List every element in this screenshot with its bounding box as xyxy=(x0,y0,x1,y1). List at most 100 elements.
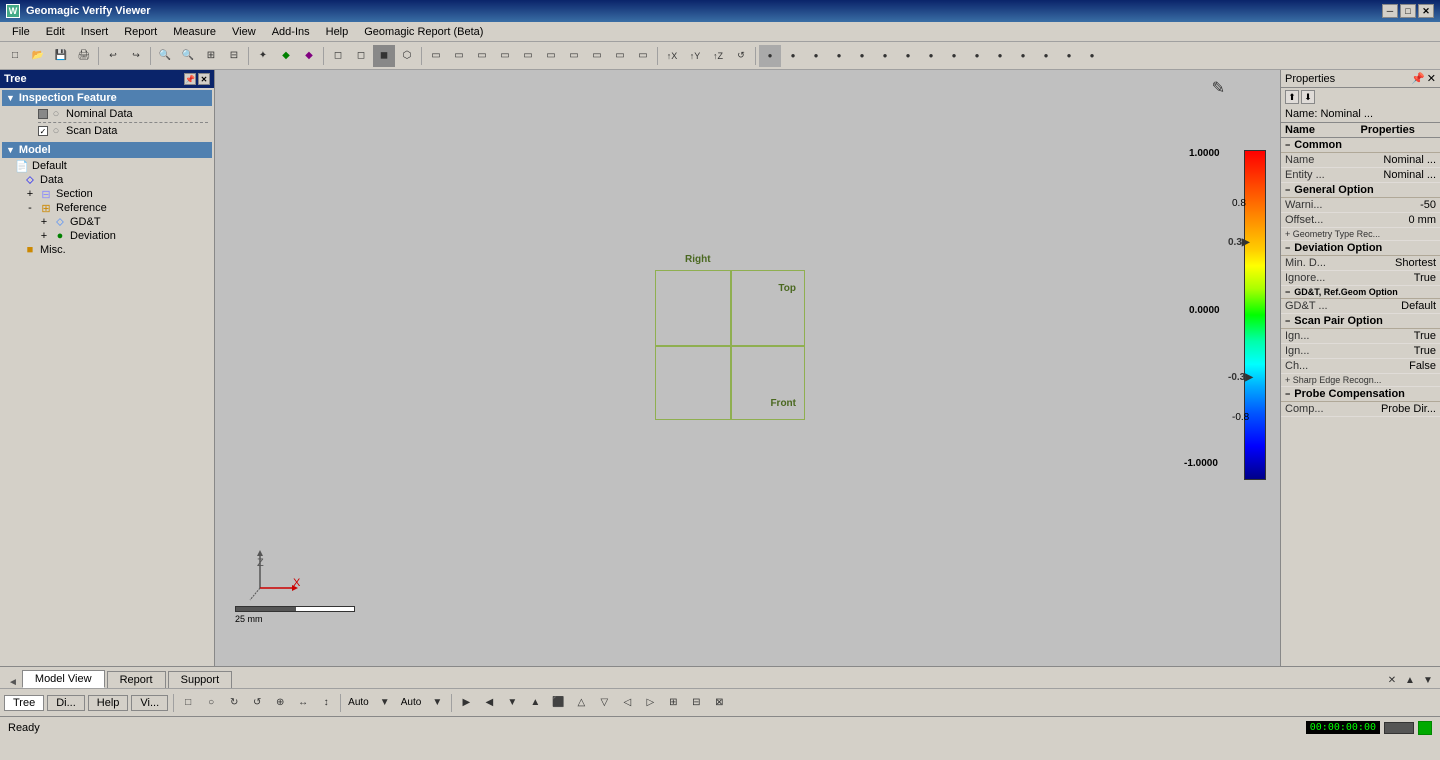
bottom-tb-action1[interactable]: ▶ xyxy=(455,692,477,714)
tb-box-wire[interactable]: ⬡ xyxy=(396,45,418,67)
bottom-tb-plus[interactable]: ⊕ xyxy=(269,692,291,714)
tab-nav-left[interactable]: ◄ xyxy=(4,677,22,688)
tb-shading-4[interactable]: ● xyxy=(828,45,850,67)
bottom-tb-action8[interactable]: ◁ xyxy=(616,692,638,714)
tb-zoom-sel[interactable]: ⊟ xyxy=(223,45,245,67)
bottom-tb-action7[interactable]: ▽ xyxy=(593,692,615,714)
tb-axis-y[interactable]: ↑Y xyxy=(684,45,706,67)
tb-shading-8[interactable]: ● xyxy=(920,45,942,67)
tree-item-data[interactable]: ⬦ Data xyxy=(2,173,212,187)
tb-view-3[interactable]: ▭ xyxy=(471,45,493,67)
tree-item-gdt[interactable]: + ⬦ GD&T xyxy=(2,215,212,229)
bottom-tb-action2[interactable]: ◀ xyxy=(478,692,500,714)
tb-shading-11[interactable]: ● xyxy=(989,45,1011,67)
tb-box-back[interactable]: ◻ xyxy=(350,45,372,67)
tb-zoom-fit[interactable]: ⊞ xyxy=(200,45,222,67)
tab-close-button[interactable]: ✕ xyxy=(1384,672,1400,688)
bottom-tb-action6[interactable]: △ xyxy=(570,692,592,714)
auto-dropdown-2[interactable]: ▼ xyxy=(426,692,448,714)
tb-shading-1[interactable]: ● xyxy=(759,45,781,67)
bottom-tb-arrow-cw[interactable]: ↻ xyxy=(223,692,245,714)
tab-nav-down[interactable]: ▼ xyxy=(1420,672,1436,688)
tb-shading-5[interactable]: ● xyxy=(851,45,873,67)
tb-new[interactable]: □ xyxy=(4,45,26,67)
tb-view-10[interactable]: ▭ xyxy=(632,45,654,67)
tb-save[interactable]: 💾 xyxy=(50,45,72,67)
tb-axis-x[interactable]: ↑X xyxy=(661,45,683,67)
menu-view[interactable]: View xyxy=(224,24,264,40)
menu-edit[interactable]: Edit xyxy=(38,24,73,40)
prop-section-probe[interactable]: − Probe Compensation xyxy=(1281,387,1440,402)
tab-nav-up[interactable]: ▲ xyxy=(1402,672,1418,688)
tb-view-2[interactable]: ▭ xyxy=(448,45,470,67)
prop-section-scan-pair[interactable]: − Scan Pair Option xyxy=(1281,314,1440,329)
tree-pin-button[interactable]: 📌 xyxy=(184,73,196,85)
viewport-inner[interactable]: ✎ Right Top Front 1.0000 xyxy=(215,70,1280,666)
menu-file[interactable]: File xyxy=(4,24,38,40)
tab-report[interactable]: Report xyxy=(107,671,166,688)
tree-item-scan[interactable]: ○ Scan Data xyxy=(18,124,212,138)
tab-model-view[interactable]: Model View xyxy=(22,670,105,688)
tree-item-nominal[interactable]: ○ Nominal Data xyxy=(18,107,212,121)
tb-view-8[interactable]: ▭ xyxy=(586,45,608,67)
tb-zoom-out[interactable]: 🔍 xyxy=(177,45,199,67)
menu-help[interactable]: Help xyxy=(318,24,357,40)
footer-tab-di[interactable]: Di... xyxy=(47,695,85,711)
tb-view-1[interactable]: ▭ xyxy=(425,45,447,67)
tb-axis-z[interactable]: ↑Z xyxy=(707,45,729,67)
tb-zoom-in[interactable]: 🔍 xyxy=(154,45,176,67)
tree-item-reference[interactable]: - ⊞ Reference xyxy=(2,201,212,215)
tree-item-section[interactable]: + ⊟ Section xyxy=(2,187,212,201)
bottom-tb-action10[interactable]: ⊞ xyxy=(662,692,684,714)
tb-export[interactable]: ↪ xyxy=(125,45,147,67)
tb-view-5[interactable]: ▭ xyxy=(517,45,539,67)
tree-item-deviation[interactable]: + ● Deviation xyxy=(2,229,212,243)
tree-close-button[interactable]: ✕ xyxy=(198,73,210,85)
prop-section-common[interactable]: − Common xyxy=(1281,138,1440,153)
tb-view-6[interactable]: ▭ xyxy=(540,45,562,67)
menu-addins[interactable]: Add-Ins xyxy=(264,24,318,40)
bottom-tb-action12[interactable]: ⊠ xyxy=(708,692,730,714)
bottom-tb-move-v[interactable]: ↕ xyxy=(315,692,337,714)
nominal-checkbox[interactable] xyxy=(38,109,48,119)
tb-shading-9[interactable]: ● xyxy=(943,45,965,67)
tb-import[interactable]: ↩ xyxy=(102,45,124,67)
bottom-tb-move-h[interactable]: ↔ xyxy=(292,692,314,714)
properties-close-button[interactable]: ✕ xyxy=(1427,72,1436,85)
bottom-tb-action4[interactable]: ▲ xyxy=(524,692,546,714)
bottom-tb-circle[interactable]: ○ xyxy=(200,692,222,714)
tb-rotate[interactable]: ↺ xyxy=(730,45,752,67)
minimize-button[interactable]: ─ xyxy=(1382,4,1398,18)
tb-shading-3[interactable]: ● xyxy=(805,45,827,67)
menu-insert[interactable]: Insert xyxy=(73,24,117,40)
menu-geomagic-report[interactable]: Geomagic Report (Beta) xyxy=(356,24,491,40)
footer-tab-vi[interactable]: Vi... xyxy=(131,695,168,711)
tree-inspection-header[interactable]: ▼ Inspection Feature xyxy=(2,90,212,106)
prop-section-gdt[interactable]: − GD&T, Ref.Geom Option xyxy=(1281,286,1440,299)
pen-tool-icon[interactable]: ✎ xyxy=(1212,78,1225,98)
tb-select-green[interactable]: ◆ xyxy=(275,45,297,67)
tree-item-misc[interactable]: ■ Misc. xyxy=(2,243,212,257)
tree-item-default[interactable]: 📄 Default xyxy=(2,159,212,173)
properties-filter-icon[interactable]: ⬇ xyxy=(1301,90,1315,104)
tb-shading-13[interactable]: ● xyxy=(1035,45,1057,67)
properties-sort-icon[interactable]: ⬆ xyxy=(1285,90,1299,104)
prop-section-deviation[interactable]: − Deviation Option xyxy=(1281,241,1440,256)
tb-select-purple[interactable]: ◆ xyxy=(298,45,320,67)
tb-shading-15[interactable]: ● xyxy=(1081,45,1103,67)
menu-measure[interactable]: Measure xyxy=(165,24,224,40)
scan-checkbox[interactable] xyxy=(38,126,48,136)
tb-box-fill[interactable]: ◼ xyxy=(373,45,395,67)
tb-shading-14[interactable]: ● xyxy=(1058,45,1080,67)
prop-section-general[interactable]: − General Option xyxy=(1281,183,1440,198)
tb-print[interactable]: 🖨 xyxy=(73,45,95,67)
tb-open[interactable]: 📂 xyxy=(27,45,49,67)
menu-report[interactable]: Report xyxy=(116,24,165,40)
tb-view-9[interactable]: ▭ xyxy=(609,45,631,67)
tb-shading-12[interactable]: ● xyxy=(1012,45,1034,67)
bottom-tb-action5[interactable]: ⬛ xyxy=(547,692,569,714)
bottom-tb-action9[interactable]: ▷ xyxy=(639,692,661,714)
viewport[interactable]: ✎ Right Top Front 1.0000 xyxy=(215,70,1280,666)
footer-tab-tree[interactable]: Tree xyxy=(4,695,44,711)
bottom-tb-arrow-ccw[interactable]: ↺ xyxy=(246,692,268,714)
